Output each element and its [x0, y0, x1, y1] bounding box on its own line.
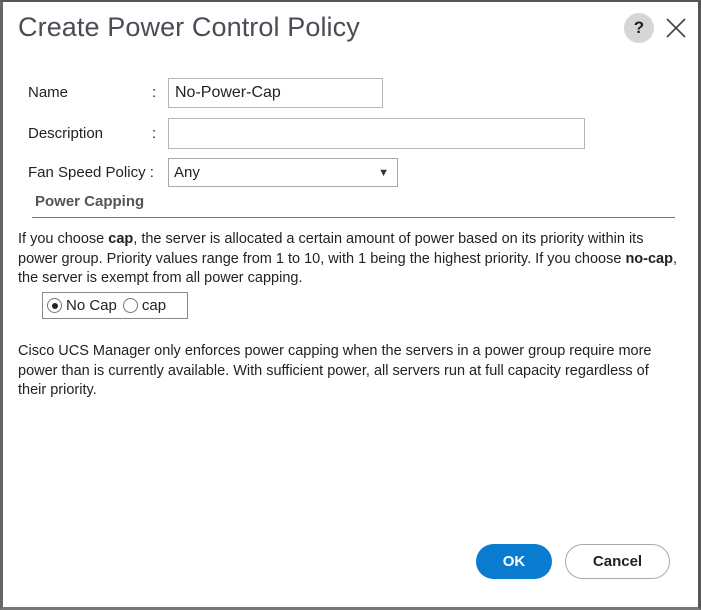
power-capping-title: Power Capping: [35, 193, 145, 210]
close-button[interactable]: [664, 16, 688, 40]
power-capping-note: Cisco UCS Manager only enforces power ca…: [18, 343, 652, 398]
fan-speed-policy-value: Any: [174, 164, 200, 181]
power-capping-description: If you choose cap, the server is allocat…: [18, 230, 678, 289]
help-icon: ?: [633, 18, 645, 37]
section-divider: [32, 217, 675, 218]
power-capping-radio-group: No Cap cap: [42, 292, 188, 319]
description-colon: :: [152, 125, 157, 142]
fan-speed-policy-label: Fan Speed Policy :: [28, 164, 154, 181]
create-power-control-policy-dialog: Create Power Control Policy ? Name : Des…: [0, 0, 701, 610]
dialog-title: Create Power Control Policy: [18, 12, 360, 42]
intro-text-1: If you choose: [18, 231, 109, 247]
intro-bold-cap: cap: [108, 231, 134, 247]
close-icon: [666, 18, 686, 38]
name-input[interactable]: [168, 78, 383, 108]
ok-button[interactable]: OK: [476, 544, 552, 579]
radio-cap-label[interactable]: cap: [142, 297, 166, 314]
radio-no-cap-label[interactable]: No Cap: [66, 297, 117, 314]
fan-speed-policy-select[interactable]: Any ▼: [168, 158, 398, 187]
cancel-button[interactable]: Cancel: [565, 544, 670, 579]
radio-cap[interactable]: [122, 298, 138, 313]
intro-bold-no-cap: no-cap: [625, 250, 673, 267]
description-label: Description: [28, 125, 104, 142]
name-label: Name: [28, 84, 69, 101]
dropdown-arrow-icon: ▼: [378, 167, 389, 179]
radio-no-cap[interactable]: [47, 298, 62, 313]
name-colon: :: [152, 84, 157, 101]
help-button[interactable]: ?: [624, 13, 654, 43]
description-input[interactable]: [168, 118, 585, 149]
